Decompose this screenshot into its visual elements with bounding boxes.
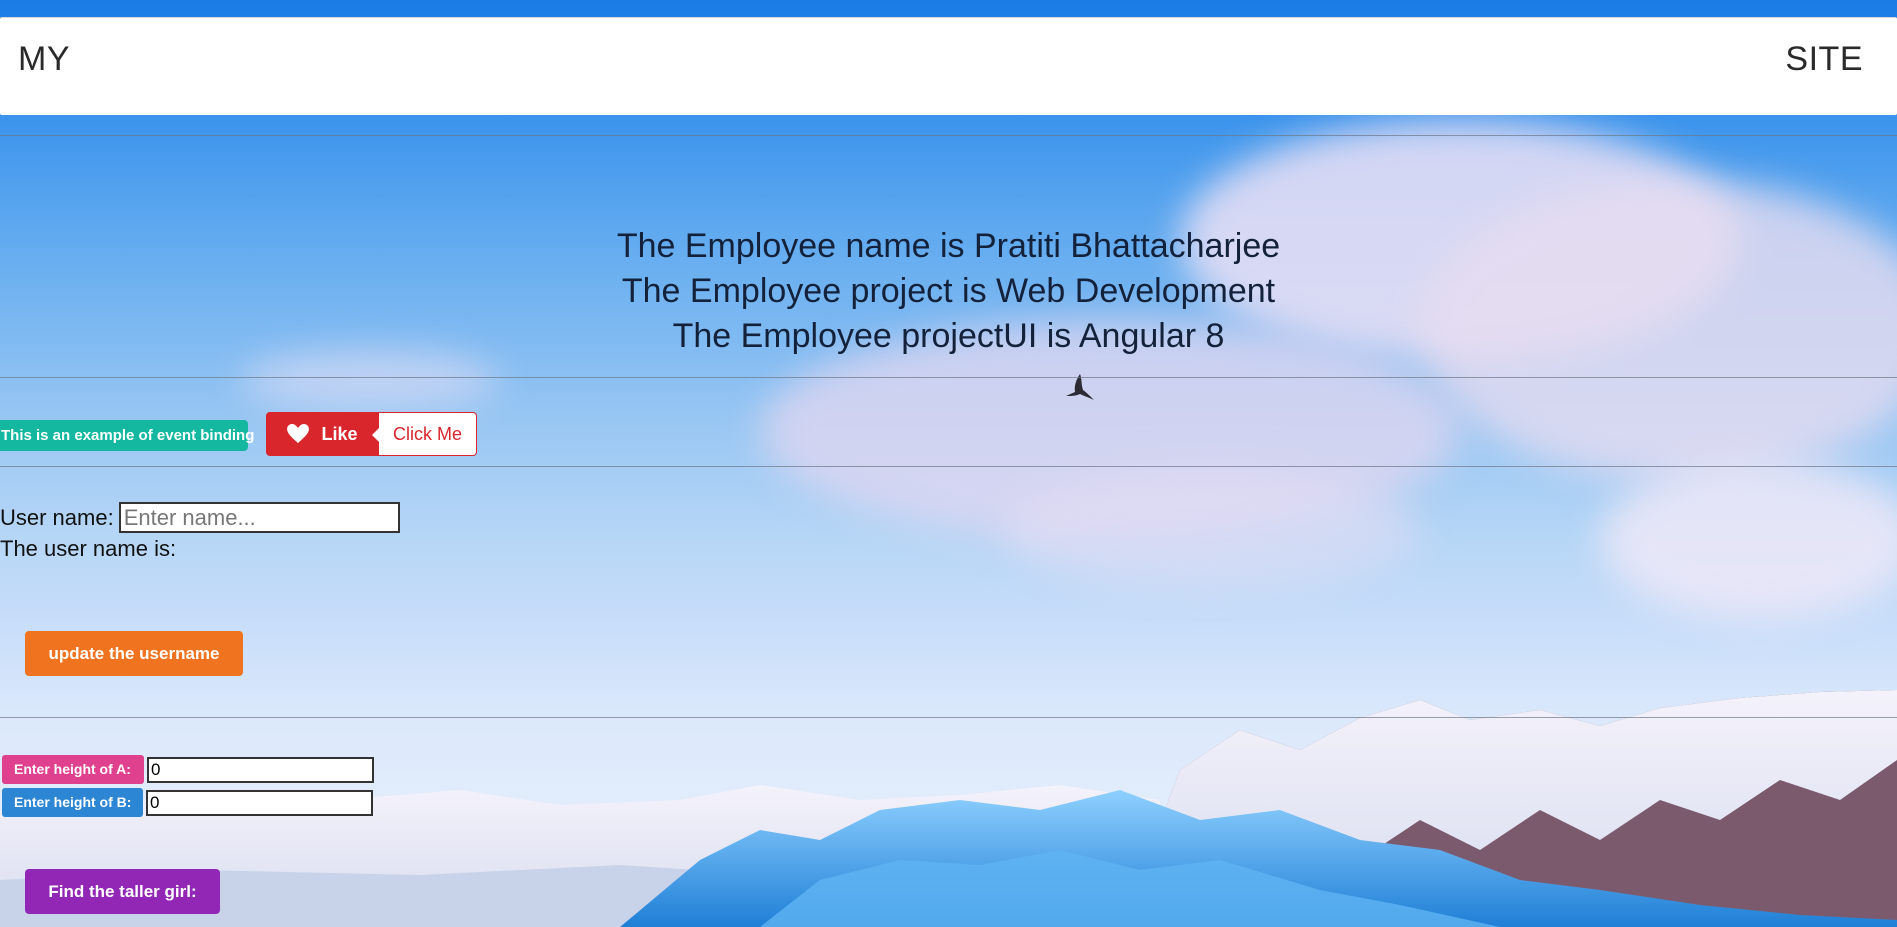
employee-project-ui: The Employee projectUI is Angular 8: [672, 317, 1225, 355]
employee-project: The Employee project is Web Development: [621, 272, 1276, 310]
height-b-input[interactable]: [146, 789, 373, 816]
like-button[interactable]: Like: [266, 412, 379, 456]
divider: [0, 135, 1897, 136]
navbar: MY SITE: [0, 17, 1897, 115]
divider: [0, 377, 1897, 378]
username-display: The user name is:: [0, 536, 177, 561]
cloud: [1000, 470, 1420, 590]
username-label: User name:: [0, 504, 114, 530]
brand-right[interactable]: SITE: [1785, 40, 1863, 79]
event-binding-badge: This is an example of event binding: [0, 420, 254, 451]
find-taller-girl-button[interactable]: Find the taller girl:: [25, 869, 220, 914]
like-button-group: Like Click Me: [266, 412, 477, 456]
employee-name: The Employee name is Pratiti Bhattacharj…: [616, 227, 1281, 265]
brand-left[interactable]: MY: [18, 40, 70, 79]
height-a-input[interactable]: [147, 756, 374, 783]
username-row: User name:: [0, 502, 400, 533]
cloud: [240, 350, 500, 410]
employee-info: The Employee name is Pratiti Bhattacharj…: [0, 224, 1897, 359]
username-input[interactable]: [118, 502, 400, 533]
update-username-button[interactable]: update the username: [25, 631, 243, 676]
height-b-label: Enter height of B:: [2, 788, 143, 817]
height-a-label: Enter height of A:: [2, 755, 144, 784]
like-label: Like: [321, 423, 358, 444]
click-me-button[interactable]: Click Me: [372, 412, 477, 456]
height-b-row: Enter height of B:: [2, 788, 373, 817]
cloud: [1600, 460, 1897, 620]
divider: [0, 717, 1897, 718]
heart-icon: [287, 424, 310, 444]
height-a-row: Enter height of A:: [2, 755, 374, 784]
divider: [0, 466, 1897, 467]
page-root: MY SITE The Employee name is Pratiti Bha…: [0, 0, 1897, 927]
